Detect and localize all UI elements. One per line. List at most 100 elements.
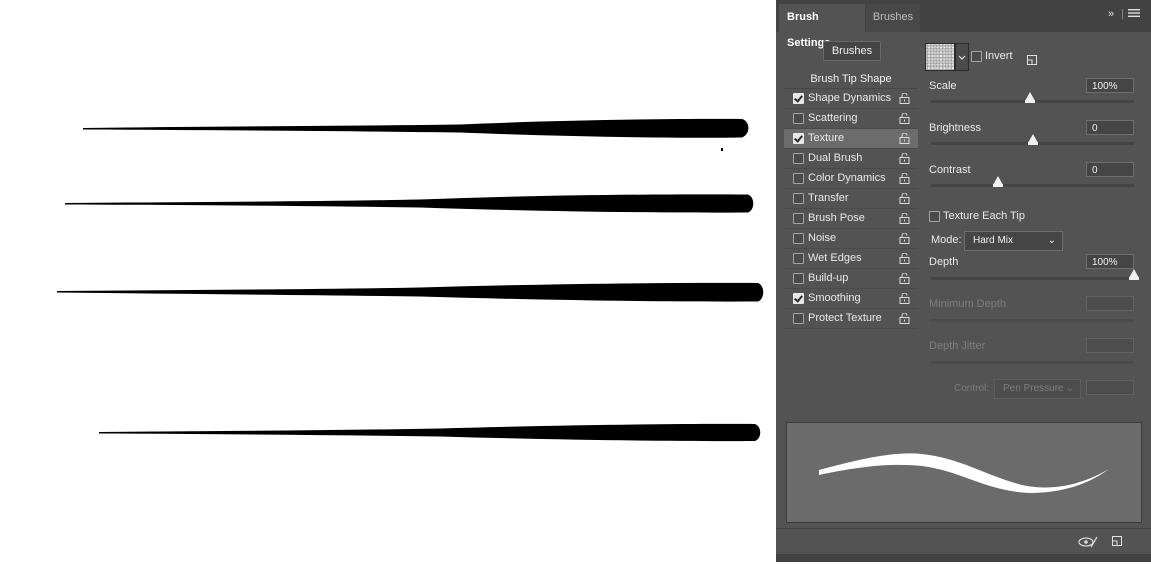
option-checkbox[interactable] [793,193,804,204]
option-row[interactable]: Dual Brush [784,149,918,169]
mode-select-value: Hard Mix [973,235,1014,246]
document-canvas[interactable] [0,0,776,562]
contrast-slider-thumb[interactable] [992,176,1003,187]
create-new-brush-icon[interactable] [1112,536,1123,550]
scale-slider-thumb[interactable] [1025,92,1036,103]
lock-icon[interactable] [899,192,910,204]
option-checkbox[interactable] [793,213,804,224]
panel-resize-grip[interactable] [776,554,1151,562]
texture-pattern-swatch[interactable] [925,43,955,71]
brush-tip-shape-item[interactable]: Brush Tip Shape [784,70,918,89]
panel-tab-bar: Brush Settings Brushes » | [776,0,1151,49]
control-select-value: Pen Pressure [1003,383,1064,394]
depth-jitter-input [1086,338,1134,353]
depth-jitter-label: Depth Jitter [929,340,986,352]
lock-icon[interactable] [899,172,910,184]
lock-icon[interactable] [899,152,910,164]
option-label: Noise [808,232,837,244]
option-checkbox[interactable] [793,153,804,164]
mode-select[interactable]: Hard Mix ⌄ [964,231,1063,251]
brush-stroke-3 [57,282,764,302]
tab-brushes[interactable]: Brushes [866,4,920,32]
option-label: Dual Brush [808,152,863,164]
option-label: Build-up [808,272,849,284]
option-checkbox[interactable] [793,113,804,124]
option-row[interactable]: Smoothing [784,289,918,309]
option-checkbox[interactable] [793,173,804,184]
chevron-down-icon [958,55,966,60]
brightness-slider[interactable] [931,134,1134,145]
option-row[interactable]: Noise [784,229,918,249]
option-label: Smoothing [808,292,861,304]
option-row[interactable]: Brush Pose [784,209,918,229]
lock-icon[interactable] [899,312,910,324]
depth-input[interactable]: 100% [1086,254,1134,269]
brightness-input[interactable]: 0 [1086,120,1134,135]
option-label: Shape Dynamics [808,92,892,104]
option-row[interactable]: Protect Texture [784,309,918,329]
lock-icon[interactable] [899,92,910,104]
contrast-label: Contrast [929,164,971,176]
collapse-arrows-icon[interactable]: » [1108,8,1114,20]
option-row[interactable]: Color Dynamics [784,169,918,189]
lock-icon[interactable] [899,232,910,244]
lock-icon[interactable] [899,252,910,264]
lock-icon[interactable] [899,272,910,284]
invert-label: Invert [985,50,1013,62]
contrast-input[interactable]: 0 [1086,162,1134,177]
option-label: Transfer [808,192,849,204]
option-checkbox[interactable] [793,293,804,304]
tab-brush-settings[interactable]: Brush Settings [779,4,865,49]
texture-each-tip-label: Texture Each Tip [943,210,1025,222]
texture-each-tip-checkbox[interactable] [929,211,940,222]
brightness-label: Brightness [929,122,981,134]
lock-icon[interactable] [899,112,910,124]
chevron-down-icon: ⌄ [1065,383,1074,394]
option-label: Protect Texture [808,312,882,324]
scale-label: Scale [929,80,957,92]
lock-icon[interactable] [899,132,910,144]
control-select: Pen Pressure ⌄ [994,379,1081,399]
brightness-slider-thumb[interactable] [1027,134,1038,145]
pattern-picker-button[interactable] [955,43,969,71]
depth-slider[interactable] [931,269,1139,280]
depth-label: Depth [929,256,959,268]
option-checkbox[interactable] [793,273,804,284]
option-checkbox[interactable] [793,253,804,264]
brush-stroke-preview [786,422,1142,523]
tab-divider: | [1121,8,1124,20]
option-row[interactable]: Wet Edges [784,249,918,269]
scale-input[interactable]: 100% [1086,78,1134,93]
minimum-depth-label: Minimum Depth [929,298,1007,310]
option-row[interactable]: Shape Dynamics [784,89,918,109]
control-value-input [1086,380,1134,395]
lock-icon[interactable] [899,212,910,224]
option-checkbox[interactable] [793,313,804,324]
brush-speck [721,148,723,151]
brushes-button[interactable]: Brushes [823,41,881,61]
depth-slider-thumb[interactable] [1129,269,1139,280]
control-label: Control: [954,383,990,394]
option-checkbox[interactable] [793,133,804,144]
depth-jitter-slider [931,361,1134,364]
eye-crossed-icon[interactable] [1078,535,1098,552]
lock-icon[interactable] [899,292,910,304]
option-label: Scattering [808,112,858,124]
scale-slider[interactable] [931,92,1134,103]
option-row[interactable]: Scattering [784,109,918,129]
invert-checkbox[interactable] [971,51,982,62]
chevron-down-icon: ⌄ [1047,235,1056,246]
new-preset-icon[interactable] [1027,55,1038,69]
option-row[interactable]: Texture [784,129,918,149]
option-label: Texture [808,132,845,144]
option-label: Wet Edges [808,252,862,264]
option-checkbox[interactable] [793,233,804,244]
contrast-slider[interactable] [931,176,1134,187]
option-row[interactable]: Build-up [784,269,918,289]
brush-stroke-4 [99,423,761,442]
option-row[interactable]: Transfer [784,189,918,209]
option-checkbox[interactable] [793,93,804,104]
minimum-depth-slider [931,319,1134,322]
brush-settings-panel: Brush Settings Brushes » | Brushes Brush… [776,0,1151,562]
panel-menu-icon[interactable] [1128,8,1140,21]
